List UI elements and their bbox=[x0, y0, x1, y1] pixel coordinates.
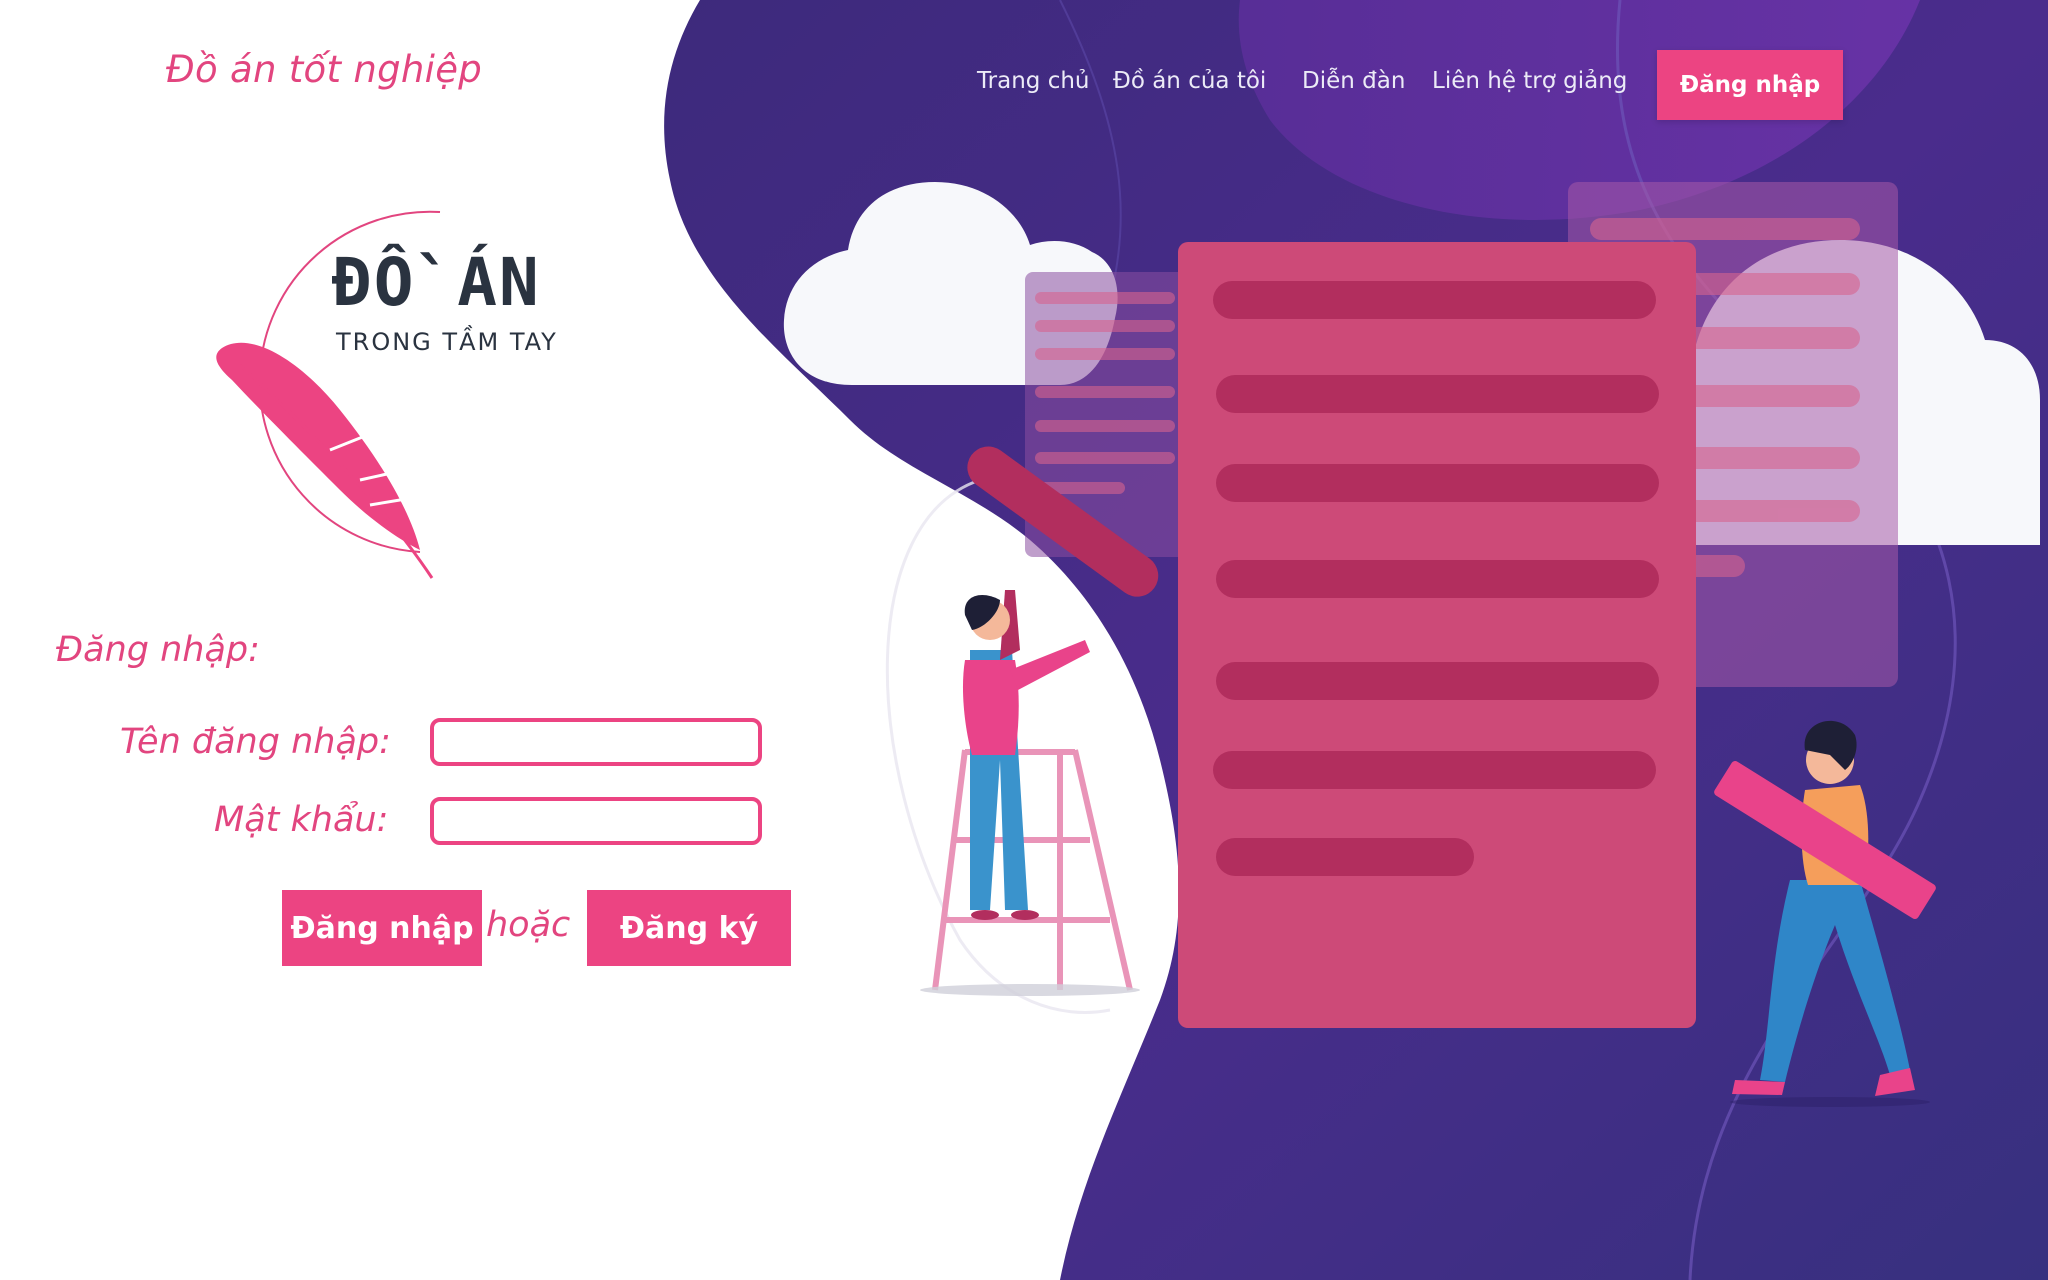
register-button[interactable]: Đăng ký bbox=[587, 890, 791, 966]
main-document bbox=[1178, 242, 1696, 1028]
hero-illustration bbox=[216, 0, 2048, 1280]
password-label: Mật khẩu: bbox=[214, 800, 389, 840]
logo-title: ĐỒ ÁN bbox=[332, 244, 541, 321]
username-label: Tên đăng nhập: bbox=[120, 722, 391, 762]
feather-icon bbox=[216, 342, 434, 579]
or-text: hoặc bbox=[486, 905, 571, 945]
logo-subtitle: TRONG TẦM TAY bbox=[336, 328, 558, 356]
nav-forum[interactable]: Diễn đàn bbox=[1302, 68, 1405, 94]
ladder bbox=[932, 749, 1133, 991]
nav-contact-ta[interactable]: Liên hệ trợ giảng bbox=[1432, 68, 1627, 94]
nav-login-button[interactable]: Đăng nhập bbox=[1657, 50, 1843, 120]
username-input[interactable] bbox=[430, 718, 762, 766]
nav-my-projects[interactable]: Đồ án của tôi bbox=[1113, 68, 1266, 94]
nav-home[interactable]: Trang chủ bbox=[977, 68, 1090, 94]
login-heading: Đăng nhập: bbox=[56, 630, 260, 670]
login-button[interactable]: Đăng nhập bbox=[282, 890, 482, 966]
site-brand[interactable]: Đồ án tốt nghiệp bbox=[166, 48, 482, 91]
password-input[interactable] bbox=[430, 797, 762, 845]
